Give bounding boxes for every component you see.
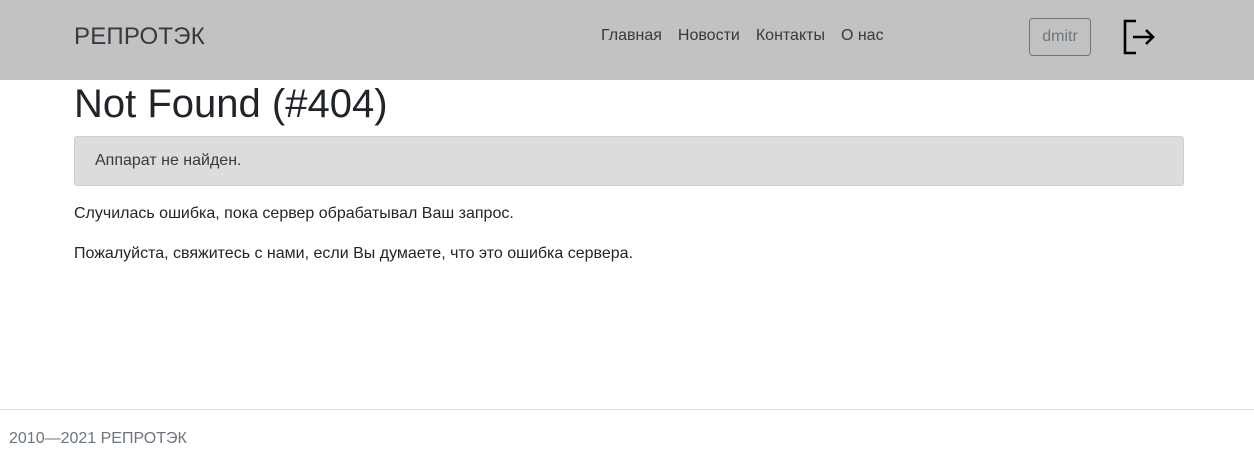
main-nav: Главная Новости Контакты О нас [593,26,892,46]
brand-logo-link[interactable]: РЕПРОТЭК [74,22,205,52]
user-profile-button[interactable]: dmitr [1029,18,1091,56]
page-title: Not Found (#404) [74,82,388,126]
logout-button[interactable] [1122,18,1156,56]
footer: 2010—2021 РЕПРОТЭК [0,409,1254,466]
logout-icon [1123,19,1155,55]
nav-link-contacts[interactable]: Контакты [748,26,833,46]
error-alert: Аппарат не найден. [74,136,1184,186]
main-content: Not Found (#404) Аппарат не найден. Случ… [74,80,1184,266]
nav-link-about[interactable]: О нас [833,26,892,46]
footer-copyright: 2010—2021 РЕПРОТЭК [9,430,187,447]
navbar: РЕПРОТЭК Главная Новости Контакты О нас … [0,0,1254,80]
contact-hint: Пожалуйста, свяжитесь с нами, если Вы ду… [74,245,634,262]
nav-link-home[interactable]: Главная [593,26,670,46]
nav-link-news[interactable]: Новости [670,26,748,46]
error-description: Случилась ошибка, пока сервер обрабатыва… [74,205,514,222]
